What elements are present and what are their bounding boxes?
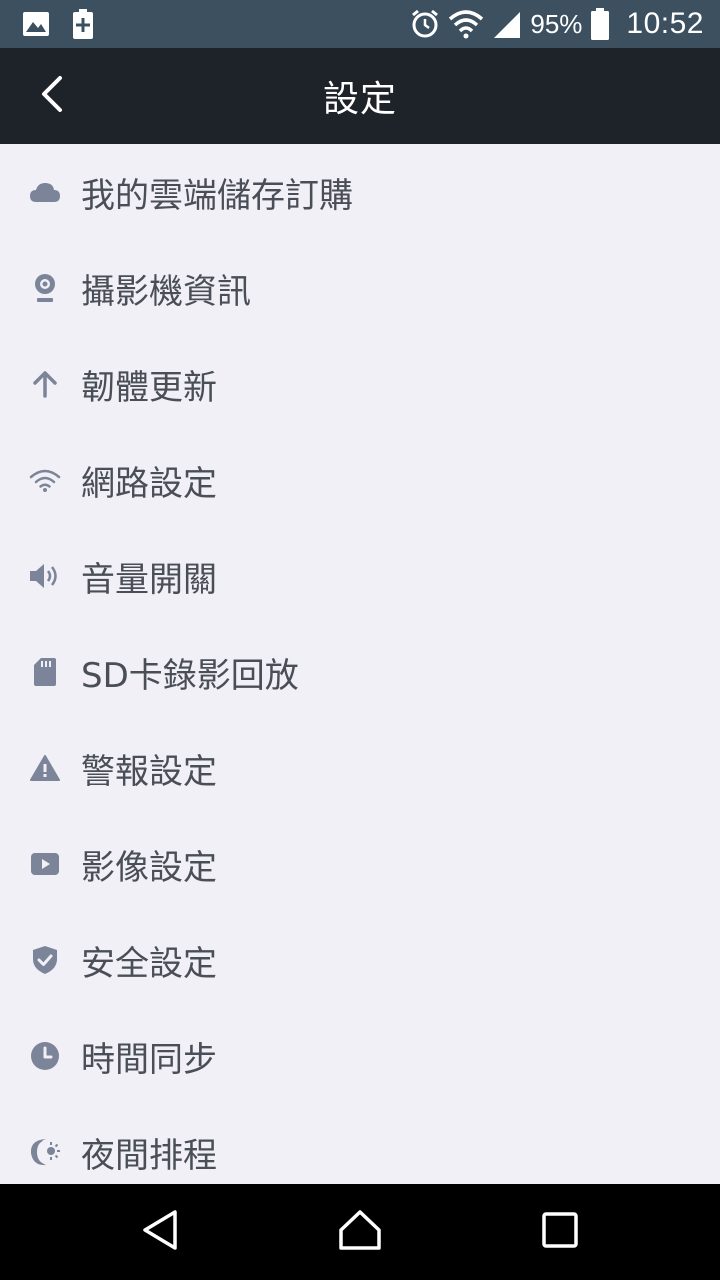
status-clock: 10:52	[626, 7, 704, 40]
settings-item-night-schedule[interactable]: 夜間排程	[0, 1104, 720, 1184]
nav-recents-button[interactable]	[536, 1208, 584, 1256]
battery-saver-icon	[72, 9, 94, 39]
battery-percentage: 95%	[530, 8, 583, 39]
back-button[interactable]	[26, 72, 78, 120]
camera-icon	[29, 272, 61, 304]
settings-item-label: 音量開關	[81, 559, 217, 600]
cloud-icon	[29, 176, 61, 208]
status-system: 95% 10:52	[410, 7, 704, 41]
recents-square-icon	[542, 1212, 578, 1252]
back-triangle-icon	[140, 1209, 180, 1255]
nav-home-button[interactable]	[336, 1208, 384, 1256]
wifi-icon	[448, 9, 484, 39]
settings-item-label: 時間同步	[81, 1039, 217, 1080]
settings-item-video[interactable]: 影像設定	[0, 816, 720, 912]
status-bar: 95% 10:52	[0, 0, 720, 48]
settings-item-security[interactable]: 安全設定	[0, 912, 720, 1008]
settings-item-network[interactable]: 網路設定	[0, 432, 720, 528]
settings-item-volume[interactable]: 音量開關	[0, 528, 720, 624]
arrow-up-icon	[29, 368, 61, 400]
battery-icon	[590, 8, 610, 40]
clock-icon	[29, 1040, 61, 1072]
settings-item-label: 我的雲端儲存訂購	[81, 175, 353, 216]
settings-screen: 95% 10:52 設定 我的雲端儲存訂購 攝影機資訊 韌體更新 網路設定 音量…	[0, 0, 720, 1280]
settings-item-sd-playback[interactable]: SD卡錄影回放	[0, 624, 720, 720]
settings-item-alarm[interactable]: 警報設定	[0, 720, 720, 816]
page-title: 設定	[322, 79, 397, 120]
image-icon	[22, 11, 50, 37]
settings-item-label: 夜間排程	[81, 1135, 217, 1176]
status-notifications	[22, 9, 94, 39]
settings-item-label: 韌體更新	[81, 367, 217, 408]
warning-icon	[29, 752, 61, 784]
settings-item-label: 警報設定	[81, 751, 217, 792]
nav-back-button[interactable]	[136, 1208, 184, 1256]
settings-item-label: SD卡錄影回放	[81, 655, 299, 696]
video-icon	[29, 848, 61, 880]
settings-item-label: 攝影機資訊	[81, 271, 251, 312]
settings-item-camera-info[interactable]: 攝影機資訊	[0, 240, 720, 336]
chevron-left-icon	[38, 74, 66, 118]
sd-card-icon	[29, 656, 61, 688]
settings-item-label: 網路設定	[81, 463, 217, 504]
settings-item-label: 影像設定	[81, 847, 217, 888]
settings-item-time-sync[interactable]: 時間同步	[0, 1008, 720, 1104]
app-bar: 設定	[0, 48, 720, 144]
speaker-icon	[29, 560, 61, 592]
signal-icon	[492, 10, 521, 38]
settings-item-firmware-update[interactable]: 韌體更新	[0, 336, 720, 432]
wifi-icon	[29, 464, 61, 496]
alarm-icon	[410, 9, 440, 39]
navigation-bar	[0, 1184, 720, 1280]
shield-icon	[29, 944, 61, 976]
home-icon	[338, 1209, 382, 1255]
settings-item-cloud-subscription[interactable]: 我的雲端儲存訂購	[0, 144, 720, 240]
settings-item-label: 安全設定	[81, 943, 217, 984]
night-icon	[29, 1136, 61, 1168]
settings-list: 我的雲端儲存訂購 攝影機資訊 韌體更新 網路設定 音量開關 SD卡錄影回放 警報…	[0, 144, 720, 1184]
